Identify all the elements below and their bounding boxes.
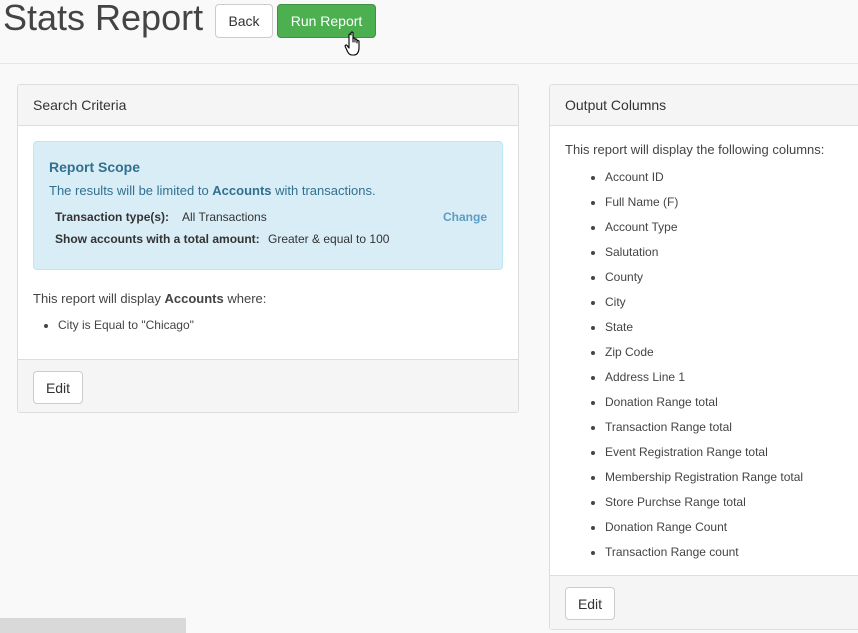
output-columns-title: Output Columns: [565, 97, 667, 113]
edit-columns-button[interactable]: Edit: [565, 587, 615, 620]
column-item: Membership Registration Range total: [605, 469, 803, 494]
back-button[interactable]: Back: [215, 4, 273, 38]
column-item: Zip Code: [605, 344, 803, 369]
change-scope-link[interactable]: Change: [443, 210, 487, 224]
report-scope-box: Report Scope The results will be limited…: [33, 141, 503, 270]
search-criteria-footer: Edit: [18, 359, 518, 412]
output-columns-intro: This report will display the following c…: [565, 142, 825, 157]
page-title: Stats Report: [3, 0, 204, 38]
column-item: City: [605, 294, 803, 319]
column-item: Transaction Range total: [605, 419, 803, 444]
report-scope-title: Report Scope: [49, 159, 141, 175]
transaction-type-label: Transaction type(s):: [55, 210, 170, 224]
column-item: Store Purchse Range total: [605, 494, 803, 519]
condition-list: City is Equal to "Chicago": [58, 318, 194, 332]
total-amount-value: Greater & equal to 100: [268, 232, 390, 246]
total-amount-label: Show accounts with a total amount:: [55, 232, 260, 246]
report-scope-text: The results will be limited to Accounts …: [49, 183, 376, 198]
transaction-type-value: All Transactions: [182, 210, 267, 224]
page-header: Stats Report Back Run Report: [0, 0, 858, 64]
column-item: Transaction Range count: [605, 544, 803, 569]
scope-text-post: with transactions.: [271, 183, 376, 198]
column-item: Address Line 1: [605, 369, 803, 394]
column-item: Account ID: [605, 169, 803, 194]
transaction-type-row: Transaction type(s): All Transactions: [55, 210, 267, 224]
scope-text-pre: The results will be limited to: [49, 183, 213, 198]
output-columns-panel: Output Columns This report will display …: [549, 84, 858, 630]
output-columns-footer: Edit: [550, 575, 858, 629]
total-amount-row: Show accounts with a total amount: Great…: [55, 232, 389, 246]
display-entity: Accounts: [164, 291, 224, 306]
display-description: This report will display Accounts where:: [33, 291, 266, 306]
output-column-list: Account ID Full Name (F) Account Type Sa…: [605, 169, 803, 569]
hand-cursor-icon: [344, 31, 360, 56]
search-criteria-title: Search Criteria: [33, 97, 127, 113]
edit-criteria-button[interactable]: Edit: [33, 371, 83, 404]
column-item: Account Type: [605, 219, 803, 244]
column-item: Donation Range total: [605, 394, 803, 419]
column-item: Event Registration Range total: [605, 444, 803, 469]
output-columns-header: Output Columns: [550, 85, 858, 126]
display-text-post: where:: [223, 291, 267, 306]
search-criteria-header: Search Criteria: [18, 85, 518, 126]
search-criteria-panel: Search Criteria Report Scope The results…: [17, 84, 519, 413]
scope-entity: Accounts: [212, 183, 272, 198]
column-item: Full Name (F): [605, 194, 803, 219]
column-item: State: [605, 319, 803, 344]
condition-item: City is Equal to "Chicago": [58, 318, 194, 332]
horizontal-scrollbar[interactable]: [0, 618, 186, 633]
column-item: Salutation: [605, 244, 803, 269]
display-text-pre: This report will display: [33, 291, 165, 306]
column-item: Donation Range Count: [605, 519, 803, 544]
column-item: County: [605, 269, 803, 294]
